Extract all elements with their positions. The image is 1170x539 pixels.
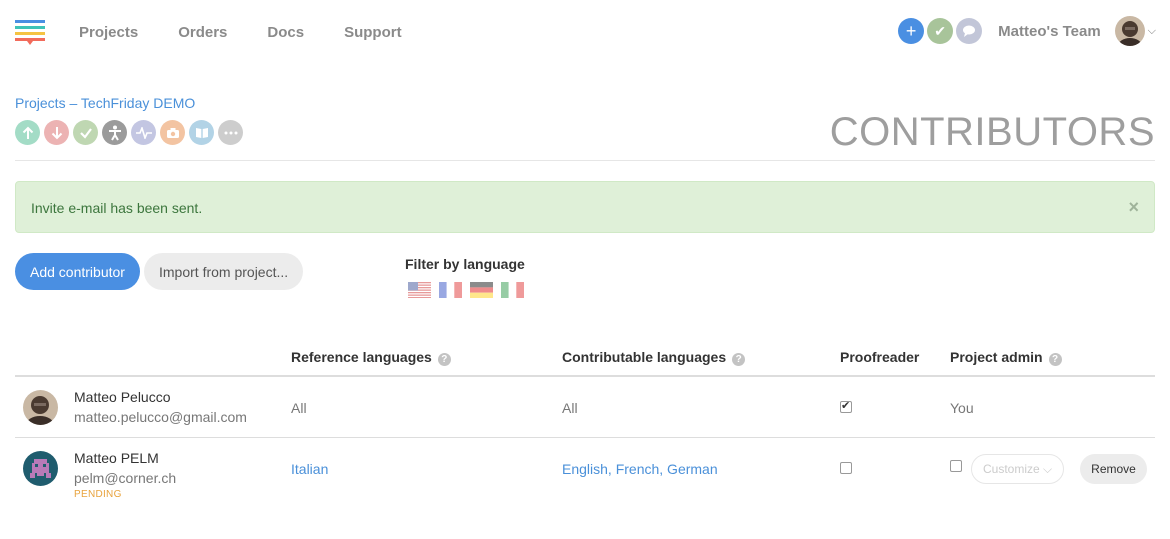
camera-icon[interactable] xyxy=(160,120,185,145)
flag-it-icon[interactable] xyxy=(501,282,524,298)
breadcrumb-separator: – xyxy=(69,95,78,111)
team-name[interactable]: Matteo's Team xyxy=(998,23,1100,40)
breadcrumb-project[interactable]: TechFriday DEMO xyxy=(81,95,195,111)
divider xyxy=(15,160,1155,161)
contributor-name: Matteo Pelucco xyxy=(74,389,171,405)
header-contributable-label: Contributable languages xyxy=(562,349,727,365)
reference-languages-link[interactable]: Italian xyxy=(291,461,328,477)
page-title: CONTRIBUTORS xyxy=(829,110,1155,154)
user-avatar[interactable] xyxy=(1114,16,1145,46)
contributable-languages: All xyxy=(562,400,578,416)
proofreader-checkbox[interactable] xyxy=(840,399,852,413)
language-filter xyxy=(408,282,532,298)
contributable-languages-link[interactable]: English, French, German xyxy=(562,461,718,477)
alert-message: Invite e-mail has been sent. xyxy=(31,200,203,216)
close-icon[interactable]: × xyxy=(1128,197,1139,218)
customize-dropdown[interactable]: Customize ⌵ xyxy=(971,454,1064,484)
accessibility-icon[interactable] xyxy=(102,120,127,145)
avatar xyxy=(23,390,58,425)
download-icon[interactable] xyxy=(44,120,69,145)
contributor-email: matteo.pelucco@gmail.com xyxy=(74,409,247,425)
flag-us-icon[interactable] xyxy=(408,282,431,298)
header-reference-label: Reference languages xyxy=(291,349,432,365)
nav-docs[interactable]: Docs xyxy=(267,24,304,41)
help-icon[interactable]: ? xyxy=(1048,353,1062,366)
check-icon[interactable]: ✔ xyxy=(927,18,954,44)
avatar xyxy=(23,451,58,486)
contributor-name: Matteo PELM xyxy=(74,450,159,466)
breadcrumb-projects[interactable]: Projects xyxy=(15,95,66,111)
activity-icon[interactable] xyxy=(131,120,156,145)
user-area: + ✔ Matteo's Team ⌵ xyxy=(898,16,1156,46)
nav-projects[interactable]: Projects xyxy=(79,24,138,41)
project-toolbar xyxy=(15,120,247,145)
flag-de-icon[interactable] xyxy=(470,282,493,298)
flag-fr-icon[interactable] xyxy=(439,282,462,298)
check-icon[interactable] xyxy=(73,120,98,145)
filter-by-language-label: Filter by language xyxy=(405,256,525,272)
project-admin-checkbox[interactable] xyxy=(950,460,962,472)
nav-orders[interactable]: Orders xyxy=(178,24,227,41)
help-icon[interactable]: ? xyxy=(437,353,451,366)
proofreader-checkbox[interactable] xyxy=(840,462,852,474)
app-logo-icon[interactable] xyxy=(15,20,45,46)
table-header-divider xyxy=(15,375,1155,377)
chevron-down-icon[interactable]: ⌵ xyxy=(1148,25,1156,38)
more-icon[interactable] xyxy=(218,120,243,145)
import-from-project-button[interactable]: Import from project... xyxy=(144,253,304,290)
help-icon[interactable]: ? xyxy=(732,353,746,366)
project-admin-value: You xyxy=(950,400,974,416)
upload-icon[interactable] xyxy=(15,120,40,145)
top-navigation: Projects Orders Docs Support + ✔ Matteo'… xyxy=(0,0,1170,64)
plus-icon[interactable]: + xyxy=(898,18,925,44)
header-contributable-languages: Contributable languages? xyxy=(562,349,746,366)
remove-button[interactable]: Remove xyxy=(1080,454,1147,484)
contributor-email: pelm@corner.ch xyxy=(74,470,177,486)
chevron-down-icon: ⌵ xyxy=(1043,462,1053,476)
status-badge: PENDING xyxy=(74,489,122,500)
main-nav: Projects Orders Docs Support xyxy=(79,24,442,41)
header-proofreader: Proofreader xyxy=(840,349,920,365)
header-reference-languages: Reference languages? xyxy=(291,349,451,366)
reference-languages: All xyxy=(291,400,307,416)
breadcrumb: Projects – TechFriday DEMO xyxy=(15,95,195,111)
add-contributor-button[interactable]: Add contributor xyxy=(15,253,140,290)
header-project-admin: Project admin? xyxy=(950,349,1062,366)
customize-label: Customize xyxy=(983,462,1040,476)
book-icon[interactable] xyxy=(189,120,214,145)
header-admin-label: Project admin xyxy=(950,349,1043,365)
row-divider xyxy=(15,437,1155,438)
nav-support[interactable]: Support xyxy=(344,24,402,41)
chat-icon[interactable] xyxy=(956,18,983,44)
success-alert: Invite e-mail has been sent. × xyxy=(15,181,1155,233)
